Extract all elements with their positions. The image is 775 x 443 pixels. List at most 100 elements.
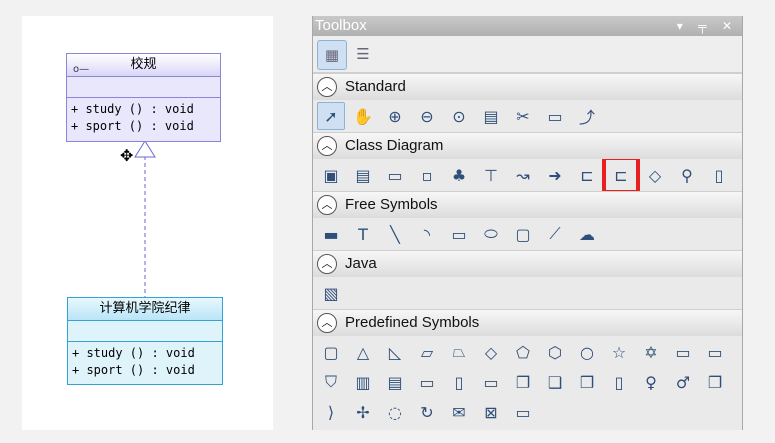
realization-selected-icon[interactable]: ⊏ <box>602 156 640 194</box>
cube2-icon[interactable]: ❒ <box>573 368 601 396</box>
actor2-icon[interactable]: ♂ <box>669 368 697 396</box>
view-mode-bar: ▦ ☰ <box>313 36 742 73</box>
callout-icon[interactable]: ▭ <box>477 368 505 396</box>
class-name: 计算机学院纪律 <box>99 301 191 316</box>
shield-icon[interactable]: ⛉ <box>317 368 345 396</box>
generalization-icon[interactable]: ⊤ <box>477 161 505 189</box>
diamond-icon[interactable]: ◇ <box>477 338 505 366</box>
envelope-icon[interactable]: ✉ <box>445 398 473 426</box>
hierarchy-icon[interactable]: ♣ <box>445 161 473 189</box>
freeform-icon[interactable]: ☁ <box>573 220 601 248</box>
class-operations: + study () : void + sport () : void <box>68 342 222 382</box>
section-label: Class Diagram <box>345 137 444 154</box>
collapse-chevron-icon[interactable]: ︿ <box>317 77 337 97</box>
class-icon[interactable]: ▤ <box>349 161 377 189</box>
star5-icon[interactable]: ☆ <box>605 338 633 366</box>
cloud-icon[interactable]: ◌ <box>381 398 409 426</box>
properties-icon[interactable]: ▤ <box>477 102 505 130</box>
cylinder-icon[interactable]: ▬ <box>317 220 345 248</box>
interface-box[interactable]: o— 校规 + study () : void + sport () : voi… <box>66 53 221 142</box>
section-predefined-symbols: ︿ Predefined Symbols ▢ △ ◺ ▱ ⏢ ◇ ⬠ ⬡ ○ ☆ ✡ ▭ ▭ ⛉ ▥ ▤ ▭ ▯ ▭ ❐ ❑… <box>313 309 742 428</box>
operation: + sport () : void <box>72 363 195 377</box>
list-view-button[interactable]: ☰ <box>349 40 377 68</box>
database-icon[interactable]: ▯ <box>605 368 633 396</box>
chevron-icon[interactable]: ⟩ <box>317 398 345 426</box>
frame2-icon[interactable]: ▤ <box>381 368 409 396</box>
hexagon-icon[interactable]: ⬡ <box>541 338 569 366</box>
collapse-chevron-icon[interactable]: ︿ <box>317 136 337 156</box>
move-cursor-icon: ✥ <box>120 146 134 165</box>
aggregation-icon[interactable]: ◇ <box>641 161 669 189</box>
arc-icon[interactable]: ◝ <box>413 220 441 248</box>
lollipop-icon[interactable]: ⚲ <box>673 161 701 189</box>
cycle-icon[interactable]: ↻ <box>413 398 441 426</box>
toolbox-title: Toolbox <box>315 17 367 34</box>
small-class-icon[interactable]: ▫ <box>413 161 441 189</box>
folder-icon[interactable]: ▭ <box>413 368 441 396</box>
box3d-icon[interactable]: ❐ <box>701 368 729 396</box>
rounded-rect-icon[interactable]: ▢ <box>317 338 345 366</box>
section-class-diagram: ︿ Class Diagram ▣ ▤ ▭ ▫ ♣ ⊤ ↝ ➜ ⊏ ⊏ ◇ ⚲ ▯ <box>313 132 742 194</box>
cube-icon[interactable]: ❑ <box>541 368 569 396</box>
hand-icon[interactable]: ✋ <box>349 102 377 130</box>
package-icon[interactable]: ▣ <box>317 161 345 189</box>
icon-view-button[interactable]: ▦ <box>317 40 347 70</box>
class-box[interactable]: 计算机学院纪律 + study () : void + sport () : v… <box>67 297 223 385</box>
page-icon[interactable]: ▯ <box>445 368 473 396</box>
section-label: Standard <box>345 78 406 95</box>
cut-icon[interactable]: ✂ <box>509 102 537 130</box>
toolbox-sections: ︿ Standard ➚ ✋ ⊕ ⊖ ⊙ ▤ ✂ ▭ ⤴ ︿ Class Diagram ▣ ▤ ▭ ▫ ♣ ⊤ ↝ ➜… <box>313 73 742 428</box>
text-icon[interactable]: T <box>349 220 377 248</box>
polyline-icon[interactable]: ⟋ <box>541 220 569 248</box>
interface-title: o— 校规 <box>67 54 220 77</box>
line-icon[interactable]: ╲ <box>381 220 409 248</box>
collapse-chevron-icon[interactable]: ︿ <box>317 313 337 333</box>
tag-icon[interactable]: ▭ <box>509 398 537 426</box>
rectangle-icon[interactable]: ▭ <box>445 220 473 248</box>
operation: + study () : void <box>72 346 195 360</box>
dependency-icon[interactable]: ➜ <box>541 161 569 189</box>
pentagon-icon[interactable]: ⬠ <box>509 338 537 366</box>
toolbox-titlebar: Toolbox ▾ ╤ ✕ <box>313 16 742 36</box>
section-free-symbols: ︿ Free Symbols ▬ T ╲ ◝ ▭ ⬭ ▢ ⟋ ☁ <box>313 191 742 250</box>
java-image-icon[interactable]: ▧ <box>317 279 345 307</box>
zoom-in-icon[interactable]: ⊕ <box>381 102 409 130</box>
section-header[interactable]: ︿ Standard <box>313 73 742 100</box>
section-label: Free Symbols <box>345 196 438 213</box>
star6-icon[interactable]: ✡ <box>637 338 665 366</box>
association-icon[interactable]: ↝ <box>509 161 537 189</box>
interface-operations: + study () : void + sport () : void <box>67 98 220 138</box>
section-header[interactable]: ︿ Java <box>313 250 742 277</box>
frame-icon[interactable]: ▥ <box>349 368 377 396</box>
right-triangle-icon[interactable]: ◺ <box>381 338 409 366</box>
card-icon[interactable]: ▭ <box>669 338 697 366</box>
actor-icon[interactable]: ♀ <box>637 368 665 396</box>
interface-icon[interactable]: ▭ <box>381 161 409 189</box>
collapse-chevron-icon[interactable]: ︿ <box>317 195 337 215</box>
diagram-canvas[interactable]: o— 校规 + study () : void + sport () : voi… <box>22 16 273 430</box>
rounded-rect-icon[interactable]: ▢ <box>509 220 537 248</box>
window-controls[interactable]: ▾ ╤ ✕ <box>677 16 738 36</box>
cross-shape-icon[interactable]: ✢ <box>349 398 377 426</box>
section-label: Predefined Symbols <box>345 314 480 331</box>
stack-icon[interactable]: ❐ <box>509 368 537 396</box>
pointer-icon[interactable]: ➚ <box>317 102 345 130</box>
zoom-fit-icon[interactable]: ⊙ <box>445 102 473 130</box>
note-icon[interactable]: ▭ <box>541 102 569 130</box>
ellipse-icon[interactable]: ⬭ <box>477 220 505 248</box>
section-header[interactable]: ︿ Free Symbols <box>313 191 742 218</box>
triangle-icon[interactable]: △ <box>349 338 377 366</box>
frame-box-icon[interactable]: ⊠ <box>477 398 505 426</box>
note-page-icon[interactable]: ▯ <box>705 161 733 189</box>
octagon-icon[interactable]: ○ <box>573 338 601 366</box>
collapse-chevron-icon[interactable]: ︿ <box>317 254 337 274</box>
trapezoid-icon[interactable]: ⏢ <box>445 338 473 366</box>
section-header[interactable]: ︿ Class Diagram <box>313 132 742 159</box>
tab-rect-icon[interactable]: ▭ <box>701 338 729 366</box>
section-header[interactable]: ︿ Predefined Symbols <box>313 309 742 336</box>
parallelogram-icon[interactable]: ▱ <box>413 338 441 366</box>
section-label: Java <box>345 255 377 272</box>
zoom-out-icon[interactable]: ⊖ <box>413 102 441 130</box>
connector-icon[interactable]: ⤴ <box>573 102 601 130</box>
realization-icon[interactable]: ⊏ <box>573 161 601 189</box>
